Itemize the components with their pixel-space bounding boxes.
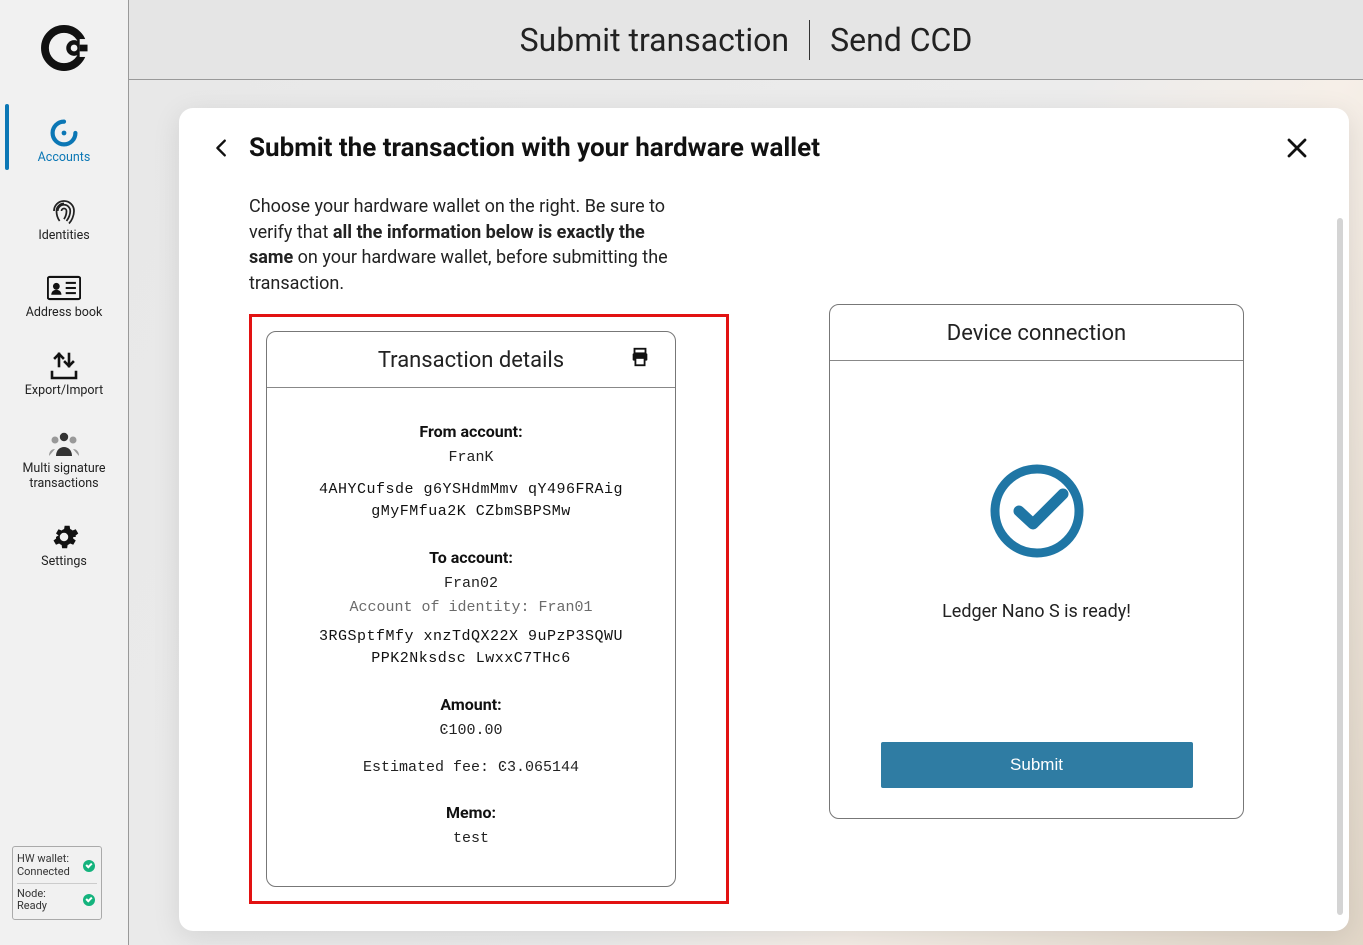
status-hw-wallet: HW wallet: Connected bbox=[17, 851, 97, 880]
transaction-details-header: Transaction details bbox=[267, 332, 675, 388]
gear-icon bbox=[47, 520, 81, 554]
modal-submit-transaction: Submit the transaction with your hardwar… bbox=[179, 108, 1349, 931]
device-heading: Device connection bbox=[830, 305, 1243, 361]
printer-icon bbox=[629, 346, 651, 368]
modal-body: Choose your hardware wallet on the right… bbox=[179, 176, 1349, 931]
check-icon bbox=[83, 894, 95, 906]
to-label: To account: bbox=[295, 548, 647, 567]
export-import-icon bbox=[47, 349, 81, 383]
memo-value: test bbox=[295, 828, 647, 850]
address-book-icon bbox=[47, 271, 81, 305]
amount-value: Ͼ100.00 bbox=[295, 720, 647, 742]
from-account-address: 4AHYCufsde g6YSHdmMmv qY496FRAig gMyFMfu… bbox=[295, 479, 647, 524]
topbar-subtitle: Send CCD bbox=[830, 21, 972, 59]
device-connection-card: Device connection Ledger Nano S is ready… bbox=[829, 304, 1244, 819]
status-node: Node: Ready bbox=[17, 883, 97, 915]
topbar: Submit transaction Send CCD bbox=[129, 0, 1363, 80]
sidebar-item-label: Identities bbox=[38, 228, 89, 244]
fingerprint-icon bbox=[47, 194, 81, 228]
sidebar-item-identities[interactable]: Identities bbox=[0, 176, 128, 254]
modal-header: Submit the transaction with your hardwar… bbox=[179, 108, 1349, 176]
from-account-name: FranK bbox=[295, 447, 647, 469]
accounts-icon bbox=[47, 116, 81, 150]
transaction-details-card: Transaction details From account: bbox=[266, 331, 676, 887]
sidebar-item-export-import[interactable]: Export/Import bbox=[0, 331, 128, 409]
app-logo bbox=[36, 20, 92, 76]
check-icon bbox=[83, 860, 95, 872]
device-ready-message: Ledger Nano S is ready! bbox=[942, 601, 1131, 622]
topbar-separator bbox=[809, 20, 810, 60]
close-button[interactable] bbox=[1281, 132, 1313, 164]
highlighted-panel: Transaction details From account: bbox=[249, 314, 729, 904]
print-button[interactable] bbox=[629, 346, 653, 370]
transaction-details-body: From account: FranK 4AHYCufsde g6YSHdmMm… bbox=[267, 388, 675, 886]
sidebar-item-multisig[interactable]: Multi signature transactions bbox=[0, 409, 128, 502]
sidebar-item-address-book[interactable]: Address book bbox=[0, 253, 128, 331]
to-account-address: 3RGSptfMfy xnzTdQX22X 9uPzP3SQWU PPK2Nks… bbox=[295, 626, 647, 671]
sidebar-item-settings[interactable]: Settings bbox=[0, 502, 128, 580]
sidebar-item-label: Accounts bbox=[38, 150, 91, 166]
memo-label: Memo: bbox=[295, 803, 647, 822]
transaction-details-heading: Transaction details bbox=[378, 348, 564, 373]
submit-button[interactable]: Submit bbox=[881, 742, 1193, 788]
intro-text: Choose your hardware wallet on the right… bbox=[249, 194, 669, 296]
device-ready-icon bbox=[987, 461, 1087, 561]
sidebar-item-label: Export/Import bbox=[25, 383, 103, 399]
to-account-identity: Account of identity: Fran01 bbox=[295, 599, 647, 616]
modal-scrollbar[interactable] bbox=[1337, 218, 1343, 915]
modal-title: Submit the transaction with your hardwar… bbox=[249, 133, 1281, 163]
sidebar-item-label: Address book bbox=[26, 305, 103, 321]
from-label: From account: bbox=[295, 422, 647, 441]
amount-label: Amount: bbox=[295, 695, 647, 714]
device-body: Ledger Nano S is ready! Submit bbox=[830, 361, 1243, 818]
sidebar-item-accounts[interactable]: Accounts bbox=[0, 98, 128, 176]
back-button[interactable] bbox=[207, 133, 237, 163]
topbar-title: Submit transaction bbox=[520, 21, 789, 59]
sidebar-item-label: Settings bbox=[41, 554, 87, 570]
sidebar: Accounts Identities Addre bbox=[0, 0, 129, 945]
main: Submit transaction Send CCD Submit the t… bbox=[129, 0, 1363, 945]
multisig-icon bbox=[47, 427, 81, 461]
fee-value: Estimated fee: Ͼ3.065144 bbox=[295, 757, 647, 779]
to-account-name: Fran02 bbox=[295, 573, 647, 595]
status-box: HW wallet: Connected Node: Ready bbox=[12, 846, 102, 920]
sidebar-nav: Accounts Identities Addre bbox=[0, 98, 128, 579]
sidebar-item-label: Multi signature transactions bbox=[22, 461, 105, 492]
